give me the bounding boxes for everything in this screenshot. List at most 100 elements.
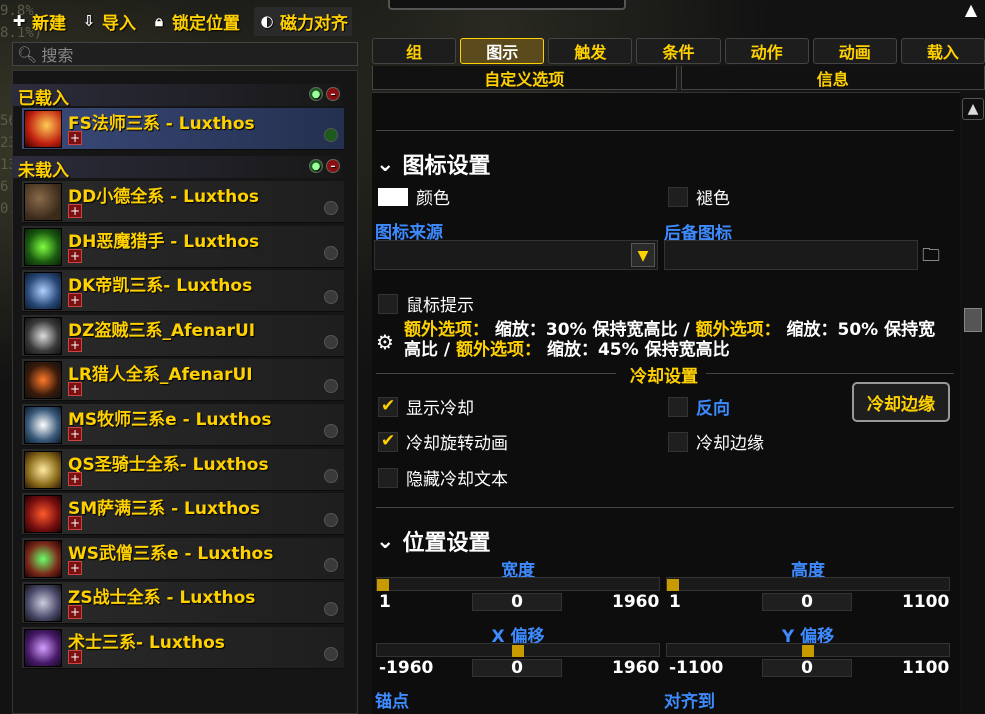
tab-display[interactable]: 图示 bbox=[460, 38, 545, 64]
scroll-up-icon[interactable]: ▲ bbox=[962, 98, 984, 120]
search-input[interactable]: 🔍︎ 搜索 bbox=[12, 42, 358, 66]
gear-icon[interactable]: ⚙ bbox=[376, 330, 394, 354]
list-item[interactable]: ZS战士全系 - Luxthos + bbox=[22, 582, 344, 625]
add-icon[interactable]: + bbox=[68, 337, 82, 352]
tooltip-checkbox[interactable] bbox=[378, 293, 398, 314]
tab-conditions[interactable]: 条件 bbox=[636, 38, 721, 64]
tooltip-option[interactable]: 鼠标提示 bbox=[378, 291, 474, 316]
add-icon[interactable]: + bbox=[68, 605, 82, 620]
loaded-indicator-icon[interactable] bbox=[324, 128, 338, 142]
add-icon[interactable]: + bbox=[68, 560, 82, 575]
add-icon[interactable]: + bbox=[68, 293, 82, 308]
unloaded-indicator-icon[interactable] bbox=[324, 201, 338, 215]
list-item[interactable]: DK帝凯三系- Luxthos + bbox=[22, 270, 344, 313]
y-offset-slider[interactable] bbox=[666, 643, 950, 657]
color-option[interactable]: 颜色 bbox=[378, 184, 450, 209]
magnetic-align-button[interactable]: ◐ 磁力对齐 bbox=[254, 6, 352, 36]
unloaded-indicator-icon[interactable] bbox=[324, 602, 338, 617]
import-button[interactable]: ⇩ 导入 bbox=[80, 9, 136, 34]
collapse-icon[interactable]: – bbox=[326, 159, 340, 173]
slider-knob[interactable] bbox=[377, 579, 389, 591]
height-slider[interactable] bbox=[666, 577, 950, 591]
cooldown-swipe-checkbox[interactable] bbox=[378, 431, 398, 452]
list-item[interactable]: WS武僧三系e - Luxthos + bbox=[22, 537, 344, 580]
height-value-input[interactable]: 0 bbox=[762, 593, 852, 611]
cooldown-edge-option[interactable]: 冷却边缘 bbox=[668, 429, 764, 454]
unloaded-indicator-icon[interactable] bbox=[324, 557, 338, 572]
color-swatch[interactable] bbox=[378, 187, 408, 206]
desaturate-option[interactable]: 褪色 bbox=[668, 184, 730, 209]
unloaded-indicator-icon[interactable] bbox=[324, 513, 338, 528]
hunter-icon bbox=[24, 361, 62, 400]
list-item[interactable]: SM萨满三系 - Luxthos + bbox=[22, 493, 344, 536]
add-icon[interactable]: + bbox=[68, 471, 82, 486]
add-icon[interactable]: + bbox=[68, 516, 82, 531]
scrollbar[interactable]: ▲ bbox=[962, 98, 984, 714]
group-header-unloaded[interactable]: 未载入 ● – bbox=[12, 156, 342, 181]
tab-custom-options[interactable]: 自定义选项 bbox=[372, 66, 677, 90]
desaturate-checkbox[interactable] bbox=[668, 186, 688, 207]
tab-bar: 组 图示 触发 条件 动作 动画 载入 bbox=[372, 38, 985, 66]
chevron-down-icon[interactable]: ▼ bbox=[631, 243, 655, 267]
tab-animations[interactable]: 动画 bbox=[812, 38, 897, 64]
icon-source-dropdown[interactable]: ▼ bbox=[374, 240, 658, 270]
new-button[interactable]: ✚ 新建 bbox=[10, 9, 66, 34]
add-icon[interactable]: + bbox=[68, 427, 82, 441]
fallback-icon-input[interactable] bbox=[664, 240, 918, 270]
lock-icon: 🔒︎ bbox=[155, 12, 163, 30]
add-icon[interactable]: + bbox=[68, 248, 82, 263]
list-item[interactable]: 术士三系- Luxthos + bbox=[22, 627, 344, 669]
list-item[interactable]: DH恶魔猎手 - Luxthos + bbox=[22, 225, 344, 268]
unloaded-indicator-icon[interactable] bbox=[324, 334, 338, 349]
lock-position-button[interactable]: 🔒︎ 锁定位置 bbox=[150, 9, 240, 34]
y-offset-value-input[interactable]: 0 bbox=[762, 659, 852, 677]
tab-trigger[interactable]: 触发 bbox=[548, 38, 633, 64]
unloaded-indicator-icon[interactable] bbox=[324, 468, 338, 483]
add-icon[interactable]: + bbox=[68, 204, 82, 218]
tab-load[interactable]: 载入 bbox=[900, 38, 985, 64]
unloaded-indicator-icon[interactable] bbox=[324, 290, 338, 305]
tab-info[interactable]: 信息 bbox=[680, 66, 985, 90]
expand-icon[interactable]: ● bbox=[309, 87, 323, 101]
folder-icon[interactable]: 🗀 bbox=[922, 243, 950, 267]
hide-cooldown-text-checkbox[interactable] bbox=[378, 467, 398, 488]
unloaded-indicator-icon[interactable] bbox=[324, 424, 338, 438]
unloaded-indicator-icon[interactable] bbox=[324, 647, 338, 661]
add-icon[interactable]: + bbox=[68, 650, 82, 664]
group-header-loaded[interactable]: 已载入 ● – bbox=[12, 84, 342, 109]
scroll-thumb[interactable] bbox=[964, 308, 982, 332]
slider-knob[interactable] bbox=[667, 579, 679, 591]
list-item[interactable]: DD小德全系 - Luxthos + bbox=[22, 181, 344, 223]
width-value-input[interactable]: 0 bbox=[472, 593, 562, 611]
x-offset-value-input[interactable]: 0 bbox=[472, 659, 562, 677]
show-cooldown-checkbox[interactable] bbox=[378, 396, 398, 417]
expand-icon[interactable]: ● bbox=[309, 159, 323, 173]
x-offset-slider[interactable] bbox=[376, 643, 660, 657]
slider-knob[interactable] bbox=[512, 645, 524, 657]
slider-knob[interactable] bbox=[802, 645, 814, 657]
list-item[interactable]: LR猎人全系_AfenarUI + bbox=[22, 359, 344, 402]
position-settings-header[interactable]: ⌄ 位置设置 bbox=[376, 525, 490, 557]
unloaded-indicator-icon[interactable] bbox=[324, 379, 338, 394]
list-item[interactable]: QS圣骑士全系- Luxthos + bbox=[22, 448, 344, 491]
add-icon[interactable]: + bbox=[68, 382, 82, 397]
add-icon[interactable]: + bbox=[68, 131, 82, 145]
unloaded-indicator-icon[interactable] bbox=[324, 245, 338, 260]
reverse-checkbox[interactable] bbox=[668, 396, 688, 417]
show-cooldown-option[interactable]: 显示冷却 bbox=[378, 394, 474, 419]
icon-settings-header[interactable]: ⌄ 图标设置 bbox=[376, 148, 490, 180]
cooldown-swipe-option[interactable]: 冷却旋转动画 bbox=[378, 429, 508, 454]
tab-actions[interactable]: 动作 bbox=[724, 38, 809, 64]
collapse-icon[interactable]: – bbox=[326, 87, 340, 101]
hide-cooldown-text-option[interactable]: 隐藏冷却文本 bbox=[378, 465, 508, 490]
list-item[interactable]: FS法师三系 - Luxthos + bbox=[22, 108, 344, 150]
list-item[interactable]: MS牧师三系e - Luxthos + bbox=[22, 404, 344, 446]
cooldown-edge-checkbox[interactable] bbox=[668, 431, 688, 452]
cooldown-edge-button[interactable]: 冷却边缘 bbox=[852, 382, 950, 422]
collapse-arrow-icon[interactable]: ▲ bbox=[959, 0, 983, 22]
reverse-option[interactable]: 反向 bbox=[668, 394, 730, 419]
list-item[interactable]: DZ盗贼三系_AfenarUI + bbox=[22, 314, 344, 357]
tab-group[interactable]: 组 bbox=[372, 38, 457, 64]
demon-hunter-icon bbox=[24, 227, 62, 266]
width-slider[interactable] bbox=[376, 577, 660, 591]
